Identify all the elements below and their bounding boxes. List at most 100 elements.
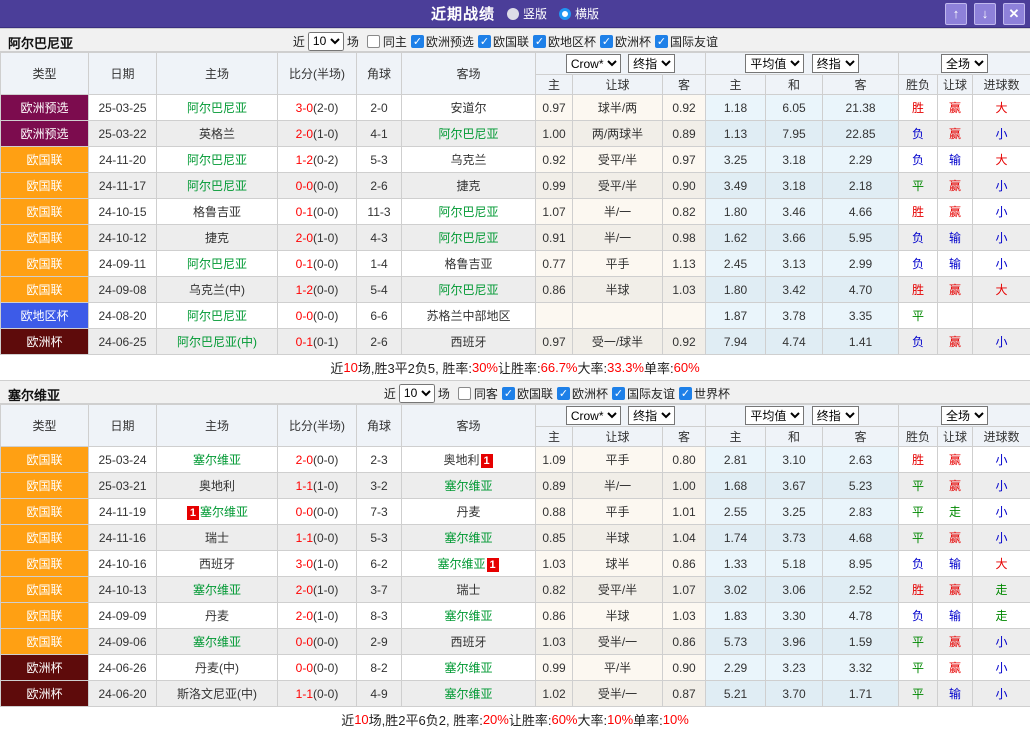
recent-count-select[interactable]: 10 xyxy=(399,384,435,403)
avg-select[interactable]: 平均值 xyxy=(745,54,804,73)
fulltime-score: 2-0 xyxy=(296,609,313,623)
summary-segment: 场,胜3平2负5, 胜率: xyxy=(358,358,472,377)
handicap-result-cell: 赢 xyxy=(938,655,973,681)
scope-select[interactable]: 全场 xyxy=(941,406,988,425)
match-date: 24-10-15 xyxy=(89,199,157,225)
fulltime-score: 1-1 xyxy=(296,531,313,545)
goals-result-cell: 小 xyxy=(973,173,1030,199)
handicap-line: 平/半 xyxy=(573,655,663,681)
scroll-up-button[interactable]: ↑ xyxy=(945,3,967,25)
same-home-checkbox[interactable] xyxy=(367,35,380,48)
avg-away-odds: 4.78 xyxy=(823,603,899,629)
handicap-line: 平手 xyxy=(573,499,663,525)
league-filter-label: 欧国联 xyxy=(493,33,529,50)
match-row: 欧洲预选25-03-25阿尔巴尼亚3-0(2-0)2-0安道尔0.97球半/两0… xyxy=(1,95,1030,121)
league-type-badge: 欧国联 xyxy=(1,251,89,277)
result-header: 全场 xyxy=(899,53,1030,75)
result-cell: 平 xyxy=(899,499,938,525)
avg-away-odds: 22.85 xyxy=(823,121,899,147)
red-card-badge: 1 xyxy=(481,454,493,468)
scroll-down-button[interactable]: ↓ xyxy=(974,3,996,25)
match-row: 欧洲预选25-03-22英格兰2-0(1-0)4-1阿尔巴尼亚1.00两/两球半… xyxy=(1,121,1030,147)
avg-stage-select[interactable]: 终指 xyxy=(812,406,859,425)
home-team-cell: 阿尔巴尼亚 xyxy=(157,147,278,173)
avg-draw-odds: 4.74 xyxy=(766,329,823,355)
summary-segment: 33.3% xyxy=(607,360,644,375)
league-filter-checkbox[interactable]: ✓欧洲杯 xyxy=(596,33,651,50)
score-cell: 0-1(0-0) xyxy=(278,199,357,225)
avg-draw-odds: 3.73 xyxy=(766,525,823,551)
handicap-result-cell: 输 xyxy=(938,681,973,707)
up-arrow-icon: ↑ xyxy=(953,6,960,21)
away-team-name: 丹麦 xyxy=(456,505,480,519)
corner-cell: 1-4 xyxy=(357,251,402,277)
summary-segment: 10 xyxy=(354,712,368,727)
goals-result-cell: 走 xyxy=(973,603,1030,629)
league-filter-checkbox[interactable]: ✓欧洲预选 xyxy=(407,33,474,50)
league-filter-checkbox[interactable]: ✓欧洲杯 xyxy=(553,385,608,402)
near-label: 近 xyxy=(384,385,396,402)
home-team-cell: 丹麦 xyxy=(157,603,278,629)
goals-result-cell: 小 xyxy=(973,629,1030,655)
match-date: 24-10-13 xyxy=(89,577,157,603)
league-filter-checkbox[interactable]: ✓国际友谊 xyxy=(651,33,718,50)
odds-source-select[interactable]: Crow* xyxy=(566,406,621,425)
match-row: 欧国联24-09-11阿尔巴尼亚0-1(0-0)1-4格鲁吉亚0.77平手1.1… xyxy=(1,251,1030,277)
layout-radio-horizontal[interactable]: 横版 xyxy=(559,5,599,22)
handicap-line: 球半 xyxy=(573,551,663,577)
same-away-checkbox[interactable] xyxy=(458,387,471,400)
avg-select[interactable]: 平均值 xyxy=(745,406,804,425)
away-team-name: 塞尔维亚 xyxy=(437,557,485,571)
league-filter-checkbox[interactable]: ✓欧国联 xyxy=(498,385,553,402)
league-filter-checkbox[interactable]: ✓欧地区杯 xyxy=(529,33,596,50)
layout-radio-vertical[interactable]: 竖版 xyxy=(507,5,547,22)
handicap-result-cell: 赢 xyxy=(938,277,973,303)
crow-home-odds xyxy=(536,303,573,329)
match-row: 欧国联24-09-06塞尔维亚0-0(0-0)2-9西班牙1.03受半/一0.8… xyxy=(1,629,1030,655)
home-team-name: 阿尔巴尼亚 xyxy=(187,101,247,115)
away-team-cell: 阿尔巴尼亚 xyxy=(402,225,536,251)
result-cell: 平 xyxy=(899,303,938,329)
home-team-cell: 阿尔巴尼亚 xyxy=(157,95,278,121)
odds-source-select[interactable]: Crow* xyxy=(566,54,621,73)
avg-away-odds: 1.71 xyxy=(823,681,899,707)
goals-result-cell: 小 xyxy=(973,225,1030,251)
crow-home-odds: 1.03 xyxy=(536,629,573,655)
away-team-cell: 阿尔巴尼亚 xyxy=(402,199,536,225)
odds-stage-select[interactable]: 终指 xyxy=(628,54,675,73)
avg-stage-select[interactable]: 终指 xyxy=(812,54,859,73)
match-row: 欧国联25-03-24塞尔维亚2-0(0-0)2-3奥地利11.09平手0.80… xyxy=(1,447,1030,473)
home-team-name: 阿尔巴尼亚 xyxy=(187,153,247,167)
halftime-score: (1-0) xyxy=(313,583,338,597)
crow-home-odds: 1.02 xyxy=(536,681,573,707)
league-filter-checkbox[interactable]: ✓国际友谊 xyxy=(608,385,675,402)
goals-result-cell: 大 xyxy=(973,95,1030,121)
handicap-line xyxy=(573,303,663,329)
league-type-badge: 欧地区杯 xyxy=(1,303,89,329)
home-team-cell: 斯洛文尼亚(中) xyxy=(157,681,278,707)
league-filter-checkbox[interactable]: ✓欧国联 xyxy=(474,33,529,50)
odds-stage-select[interactable]: 终指 xyxy=(628,406,675,425)
league-filter-checkbox[interactable]: ✓世界杯 xyxy=(675,385,730,402)
summary-segment: 让胜率: xyxy=(498,358,541,377)
close-button[interactable]: ✕ xyxy=(1003,3,1025,25)
crow-away-odds: 1.00 xyxy=(663,473,706,499)
fulltime-score: 0-0 xyxy=(296,179,313,193)
scope-select[interactable]: 全场 xyxy=(941,54,988,73)
result-header: 全场 xyxy=(899,405,1030,427)
score-cell: 2-0(1-0) xyxy=(278,225,357,251)
handicap-line: 受平/半 xyxy=(573,147,663,173)
league-filter-label: 欧洲杯 xyxy=(615,33,651,50)
fulltime-score: 0-0 xyxy=(296,505,313,519)
avg-away-odds: 1.41 xyxy=(823,329,899,355)
home-team-name: 阿尔巴尼亚(中) xyxy=(177,335,257,349)
home-team-cell: 瑞士 xyxy=(157,525,278,551)
away-team-cell: 塞尔维亚 xyxy=(402,603,536,629)
recent-count-select[interactable]: 10 xyxy=(308,32,344,51)
crow-away-odds: 0.86 xyxy=(663,551,706,577)
halftime-score: (0-0) xyxy=(313,531,338,545)
home-team-cell: 塞尔维亚 xyxy=(157,577,278,603)
match-date: 25-03-24 xyxy=(89,447,157,473)
result-cell: 胜 xyxy=(899,447,938,473)
corner-cell: 3-7 xyxy=(357,577,402,603)
